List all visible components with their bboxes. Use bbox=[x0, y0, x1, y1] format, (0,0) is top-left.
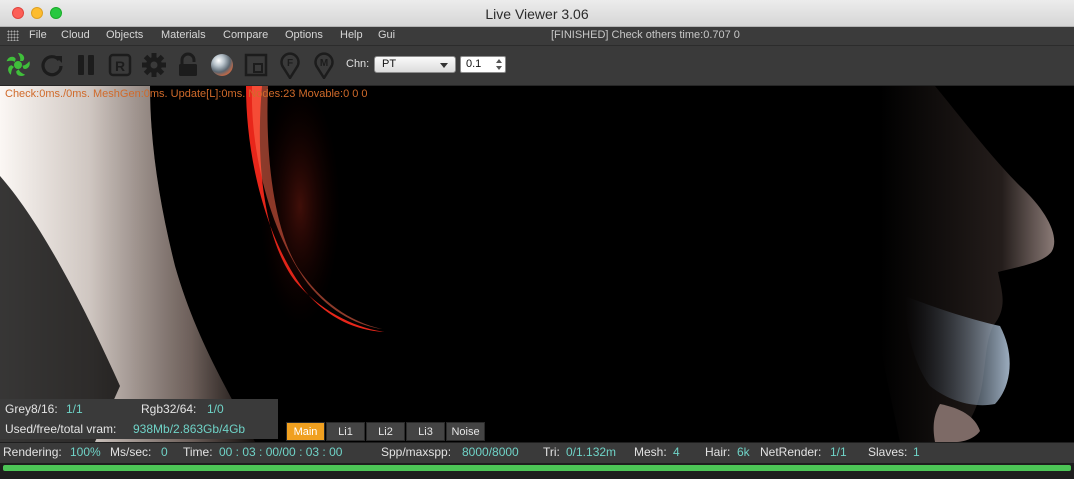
spp-value: 8000/8000 bbox=[462, 445, 519, 459]
refresh-icon[interactable] bbox=[38, 51, 66, 79]
grey-value: 1/1 bbox=[66, 402, 83, 416]
window-title: Live Viewer 3.06 bbox=[485, 6, 589, 22]
material-letter: M bbox=[320, 58, 328, 69]
spin-down-icon[interactable] bbox=[496, 66, 502, 70]
tab-li3[interactable]: Li3 bbox=[406, 422, 445, 441]
texture-count-panel: Grey8/16: 1/1 Rgb32/64: 1/0 bbox=[0, 399, 278, 419]
menu-bar: File Cloud Objects Materials Compare Opt… bbox=[0, 27, 1074, 45]
tab-noise[interactable]: Noise bbox=[446, 422, 485, 441]
rendering-label: Rendering: bbox=[3, 445, 62, 459]
parameter-spinbox[interactable]: 0.1 bbox=[460, 56, 506, 73]
menu-options[interactable]: Options bbox=[285, 29, 323, 41]
menu-cloud[interactable]: Cloud bbox=[61, 29, 90, 41]
tri-value: 0/1.132m bbox=[566, 445, 617, 459]
pause-icon[interactable] bbox=[72, 51, 100, 79]
menu-materials[interactable]: Materials bbox=[161, 29, 206, 41]
toolbar: R F M Chn: PT 0.1 bbox=[0, 45, 1074, 86]
netrender-value: 1/1 bbox=[830, 445, 847, 459]
menu-help[interactable]: Help bbox=[340, 29, 363, 41]
octane-logo-icon[interactable] bbox=[4, 51, 32, 79]
focus-pin-icon[interactable]: F bbox=[276, 51, 304, 79]
menu-compare[interactable]: Compare bbox=[223, 29, 268, 41]
render-stats-text: Check:0ms./0ms. MeshGen:0ms. Update[L]:0… bbox=[5, 88, 368, 100]
grey-label: Grey8/16: bbox=[5, 402, 58, 416]
tab-li1[interactable]: Li1 bbox=[326, 422, 365, 441]
grip-icon bbox=[7, 30, 19, 41]
settings-gear-icon[interactable] bbox=[140, 51, 168, 79]
ms-value: 0 bbox=[161, 445, 168, 459]
render-image bbox=[0, 86, 1074, 442]
slaves-value: 1 bbox=[913, 445, 920, 459]
mesh-value: 4 bbox=[673, 445, 680, 459]
tab-li2[interactable]: Li2 bbox=[366, 422, 405, 441]
spinbox-value: 0.1 bbox=[466, 58, 482, 70]
focus-letter: F bbox=[287, 58, 293, 69]
hair-label: Hair: bbox=[705, 445, 731, 459]
mesh-label: Mesh: bbox=[634, 445, 667, 459]
material-sphere-icon[interactable] bbox=[208, 51, 236, 79]
time-value: 00 : 03 : 00/00 : 03 : 00 bbox=[219, 445, 343, 459]
spin-up-icon[interactable] bbox=[496, 59, 502, 63]
rgb-label: Rgb32/64: bbox=[141, 402, 197, 416]
lock-icon[interactable] bbox=[174, 51, 202, 79]
render-status-text: [FINISHED] Check others time:0.707 0 bbox=[551, 29, 740, 41]
region-render-icon[interactable]: R bbox=[106, 51, 134, 79]
vram-label: Used/free/total vram: bbox=[5, 422, 117, 436]
render-progress-bar bbox=[3, 465, 1071, 471]
rendering-value: 100% bbox=[70, 445, 101, 459]
channel-select[interactable]: PT bbox=[374, 56, 456, 73]
status-bar: Rendering: 100% Ms/sec: 0 Time: 00 : 03 … bbox=[0, 443, 1074, 463]
title-bar: Live Viewer 3.06 bbox=[0, 0, 1074, 27]
netrender-label: NetRender: bbox=[760, 445, 822, 459]
vram-panel: Used/free/total vram: 938Mb/2.863Gb/4Gb bbox=[0, 419, 278, 439]
rgb-value: 1/0 bbox=[207, 402, 224, 416]
menu-gui[interactable]: Gui bbox=[378, 29, 395, 41]
channel-label: Chn: bbox=[346, 58, 370, 70]
channel-value: PT bbox=[382, 58, 397, 70]
ms-label: Ms/sec: bbox=[110, 445, 152, 459]
region-letter: R bbox=[115, 58, 125, 74]
crop-frame-icon[interactable] bbox=[242, 51, 270, 79]
menu-objects[interactable]: Objects bbox=[106, 29, 143, 41]
render-progress-fill bbox=[3, 465, 1071, 471]
slaves-label: Slaves: bbox=[868, 445, 908, 459]
render-viewport[interactable]: Check:0ms./0ms. MeshGen:0ms. Update[L]:0… bbox=[0, 86, 1074, 442]
spp-label: Spp/maxspp: bbox=[381, 445, 452, 459]
vram-value: 938Mb/2.863Gb/4Gb bbox=[133, 422, 246, 436]
time-label: Time: bbox=[183, 445, 213, 459]
tri-label: Tri: bbox=[543, 445, 560, 459]
hair-value: 6k bbox=[737, 445, 750, 459]
menu-file[interactable]: File bbox=[29, 29, 47, 41]
tab-main[interactable]: Main bbox=[286, 422, 325, 441]
material-pin-icon[interactable]: M bbox=[310, 51, 338, 79]
chevron-down-icon bbox=[440, 63, 448, 68]
